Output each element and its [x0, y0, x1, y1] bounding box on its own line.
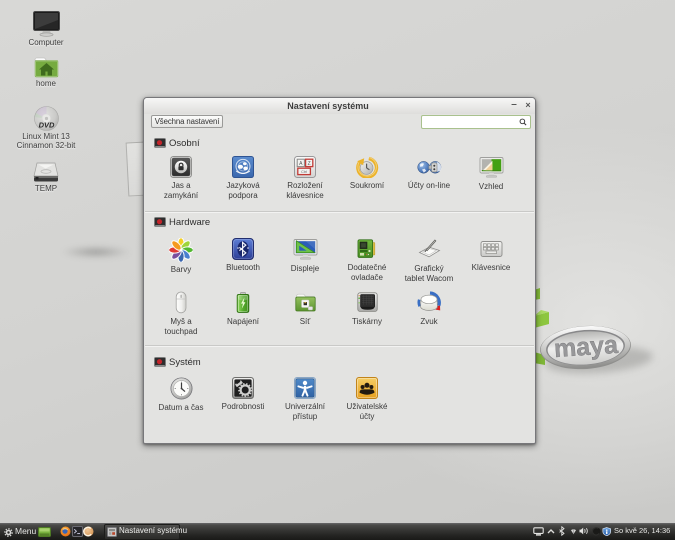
svg-text:maya: maya: [553, 331, 620, 363]
svg-text:Z: Z: [308, 161, 311, 167]
svg-text:Ctrl: Ctrl: [301, 170, 307, 174]
svg-text:DVD: DVD: [39, 121, 55, 130]
